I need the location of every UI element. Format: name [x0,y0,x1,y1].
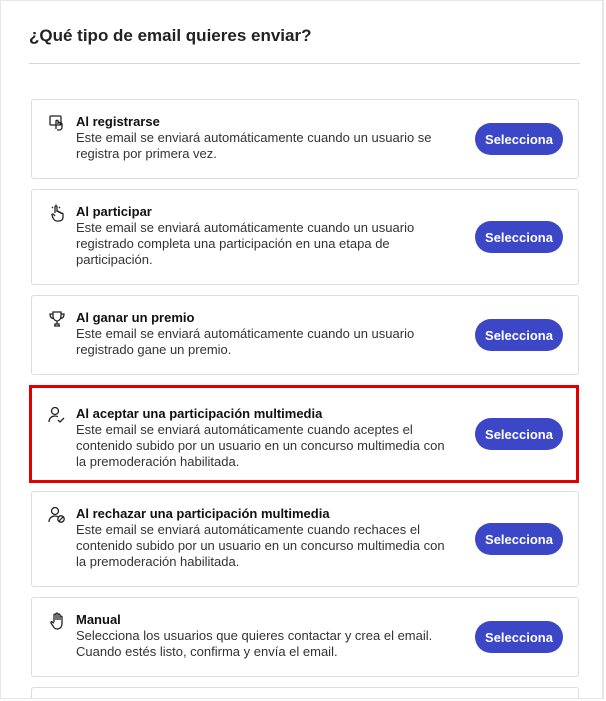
option-card-manual: Manual Selecciona los usuarios que quier… [31,597,579,677]
hand-manual-icon [48,612,66,630]
option-description: Este email se enviará automáticamente cu… [76,220,415,267]
select-participation-button[interactable]: Selecciona [475,221,563,253]
option-name: Manual [76,612,121,627]
select-reject-multimedia-button[interactable]: Selecciona [475,523,563,555]
option-description: Este email se enviará automáticamente cu… [76,130,432,161]
trophy-icon [48,310,66,328]
option-description: Selecciona los usuarios que quieres cont… [76,628,433,659]
option-name: Al participar [76,204,152,219]
user-registration-icon [48,114,66,132]
option-card-partial [31,687,579,698]
page-title: ¿Qué tipo de email quieres enviar? [29,26,312,45]
option-name: Al ganar un premio [76,310,195,325]
email-type-panel: ¿Qué tipo de email quieres enviar? Al re… [0,0,604,699]
option-name: Al rechazar una participación multimedia [76,506,330,521]
title-divider [29,63,580,64]
option-card-prize: Al ganar un premio Este email se enviará… [31,295,579,375]
option-card-participation: Al participar Este email se enviará auto… [31,189,579,285]
option-card-registration: Al registrarse Este email se enviará aut… [31,99,579,179]
option-description: Este email se enviará automáticamente cu… [76,326,415,357]
selection-highlight [29,385,579,483]
option-description: Este email se enviará automáticamente cu… [76,522,445,569]
option-name: Al registrarse [76,114,160,129]
option-card-reject-multimedia: Al rechazar una participación multimedia… [31,491,579,587]
hand-pointer-icon [48,204,66,222]
select-registration-button[interactable]: Selecciona [475,123,563,155]
user-block-icon [48,506,66,524]
select-manual-button[interactable]: Selecciona [475,621,563,653]
select-prize-button[interactable]: Selecciona [475,319,563,351]
